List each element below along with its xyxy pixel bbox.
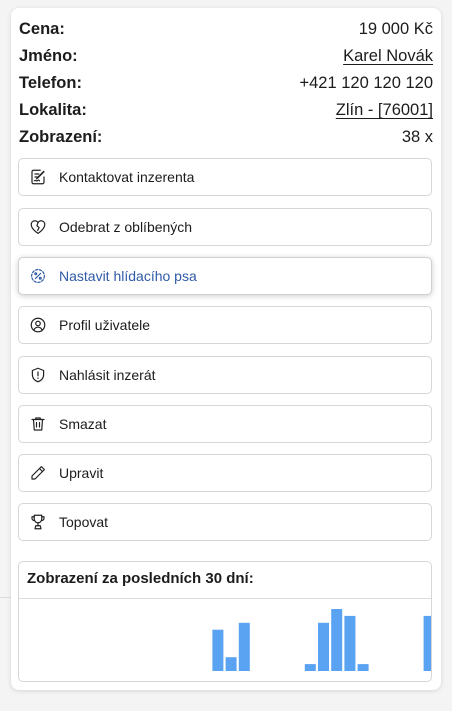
seller-name-link[interactable]: Karel Novák	[343, 45, 433, 67]
edit-note-icon	[29, 168, 47, 186]
trash-icon	[29, 415, 47, 433]
chart-bar-day-10	[238, 622, 250, 671]
price-value: 19 000 Kč	[358, 20, 433, 38]
chart-bar-day-18	[344, 615, 356, 671]
chart-bar-day-9	[225, 657, 237, 671]
listing-detail-card: Cena: 19 000 Kč Jméno: Karel Novák Telef…	[11, 8, 441, 690]
chart-bar-day-19	[357, 664, 369, 671]
name-label: Jméno:	[19, 47, 78, 65]
contact-seller-button[interactable]: Kontaktovat inzerenta	[18, 158, 432, 196]
phone-row: Telefon: +421 120 120 120	[19, 72, 433, 94]
trophy-icon	[29, 513, 47, 531]
chart-bar-day-17	[331, 609, 343, 671]
views-row: Zobrazení: 38 x	[19, 126, 433, 148]
report-listing-label: Nahlásit inzerát	[59, 367, 156, 383]
set-watchdog-label: Nastavit hlídacího psa	[59, 268, 197, 284]
phone-label: Telefon:	[19, 74, 82, 92]
chart-bar-day-8	[212, 629, 224, 671]
report-shield-icon	[29, 366, 47, 384]
views-stats-title: Zobrazení za posledních 30 dní:	[27, 570, 254, 587]
views-bar-chart	[212, 609, 431, 671]
broken-heart-icon	[29, 218, 47, 236]
set-watchdog-button[interactable]: Nastavit hlídacího psa	[18, 257, 432, 295]
location-label: Lokalita:	[19, 101, 87, 119]
user-profile-icon	[29, 316, 47, 334]
watchdog-icon	[29, 267, 47, 285]
delete-label: Smazat	[59, 416, 107, 432]
phone-value: +421 120 120 120	[299, 74, 433, 92]
promote-button[interactable]: Topovat	[18, 503, 432, 541]
user-profile-label: Profil uživatele	[59, 317, 151, 333]
chart-bar-day-16	[318, 622, 329, 671]
user-profile-button[interactable]: Profil uživatele	[18, 306, 432, 344]
background-divider	[0, 597, 11, 598]
contact-seller-label: Kontaktovat inzerenta	[59, 169, 195, 185]
views-label: Zobrazení:	[19, 128, 103, 146]
price-row: Cena: 19 000 Kč	[19, 18, 433, 40]
edit-button[interactable]: Upravit	[18, 454, 432, 492]
location-row: Lokalita: Zlín - [76001]	[19, 99, 433, 121]
pencil-icon	[29, 464, 47, 482]
remove-favorite-button[interactable]: Odebrat z oblíbených	[18, 208, 432, 246]
edit-label: Upravit	[59, 465, 104, 481]
chart-bar-day-24	[423, 615, 431, 671]
location-link[interactable]: Zlín - [76001]	[336, 99, 433, 121]
report-listing-button[interactable]: Nahlásit inzerát	[18, 356, 432, 394]
remove-favorite-label: Odebrat z oblíbených	[59, 219, 193, 235]
price-label: Cena:	[19, 20, 65, 38]
delete-button[interactable]: Smazat	[18, 405, 432, 443]
promote-label: Topovat	[59, 514, 109, 530]
views-stats-panel: Zobrazení za posledních 30 dní:	[18, 561, 432, 682]
views-value: 38 x	[401, 128, 433, 146]
chart-bar-day-15	[304, 664, 316, 671]
name-row: Jméno: Karel Novák	[19, 45, 433, 67]
